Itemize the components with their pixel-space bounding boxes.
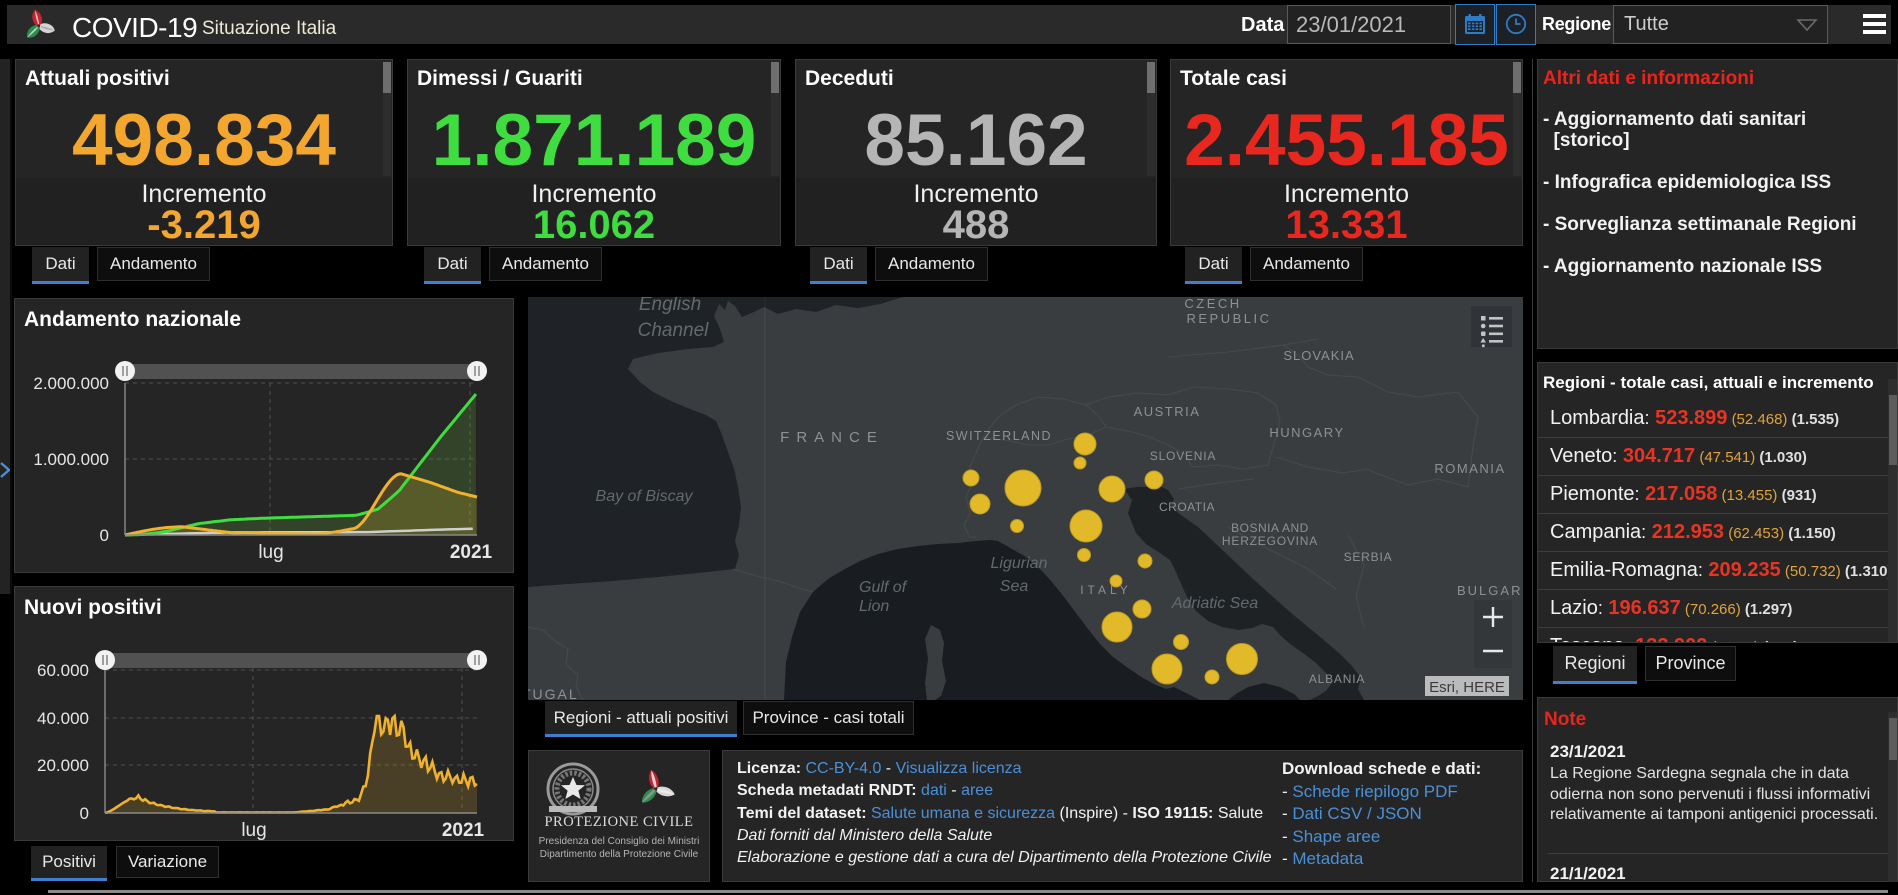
svg-text:Gulf of: Gulf of xyxy=(859,579,908,596)
svg-text:CZECH: CZECH xyxy=(1184,297,1241,311)
svg-text:2021: 2021 xyxy=(450,542,493,563)
svg-text:ALBANIA: ALBANIA xyxy=(1309,672,1365,686)
svg-text:Esri, HERE: Esri, HERE xyxy=(1429,679,1505,696)
svg-text:CROATIA: CROATIA xyxy=(1159,500,1215,514)
svg-text:REPUBLIC: REPUBLIC xyxy=(1186,311,1271,326)
svg-text:lug: lug xyxy=(241,820,266,841)
svg-text:HERZEGOVINA: HERZEGOVINA xyxy=(1222,534,1318,548)
svg-text:Adriatic Sea: Adriatic Sea xyxy=(1171,595,1258,612)
svg-text:Presidenza del Consiglio dei M: Presidenza del Consiglio dei Ministri xyxy=(539,836,700,847)
svg-text:BULGARI,: BULGARI, xyxy=(1457,583,1523,598)
svg-text:SLOVAKIA: SLOVAKIA xyxy=(1283,348,1354,363)
svg-text:2.000.000: 2.000.000 xyxy=(33,374,109,393)
svg-text:AUSTRIA: AUSTRIA xyxy=(1134,404,1201,419)
svg-text:English: English xyxy=(639,297,701,315)
svg-text:FRANCE: FRANCE xyxy=(780,429,884,446)
svg-text:0: 0 xyxy=(100,526,109,545)
svg-text:PROTEZIONE CIVILE: PROTEZIONE CIVILE xyxy=(544,814,693,830)
svg-text:HUNGARY: HUNGARY xyxy=(1269,425,1344,440)
svg-text:Channel: Channel xyxy=(638,320,710,341)
svg-text:0: 0 xyxy=(80,804,89,823)
svg-text:20.000: 20.000 xyxy=(37,756,89,775)
svg-text:BOSNIA AND: BOSNIA AND xyxy=(1231,521,1309,535)
svg-text:ROMANIA: ROMANIA xyxy=(1434,461,1505,476)
svg-text:TUGAL: TUGAL xyxy=(528,686,579,700)
svg-text:Ligurian: Ligurian xyxy=(991,555,1048,572)
svg-text:SLOVENIA: SLOVENIA xyxy=(1150,449,1216,463)
svg-text:Dipartimento della Protezione: Dipartimento della Protezione Civile xyxy=(540,849,699,860)
svg-text:Bay of Biscay: Bay of Biscay xyxy=(596,488,694,505)
svg-text:ITALY: ITALY xyxy=(1080,583,1132,597)
svg-text:lug: lug xyxy=(258,542,283,563)
svg-text:Sea: Sea xyxy=(1000,578,1029,595)
svg-text:SERBIA: SERBIA xyxy=(1344,550,1393,564)
svg-text:2021: 2021 xyxy=(442,820,485,841)
svg-text:40.000: 40.000 xyxy=(37,709,89,728)
svg-text:60.000: 60.000 xyxy=(37,661,89,680)
svg-text:SWITZERLAND: SWITZERLAND xyxy=(946,429,1052,443)
svg-text:Lion: Lion xyxy=(859,598,889,615)
svg-text:1.000.000: 1.000.000 xyxy=(33,450,109,469)
